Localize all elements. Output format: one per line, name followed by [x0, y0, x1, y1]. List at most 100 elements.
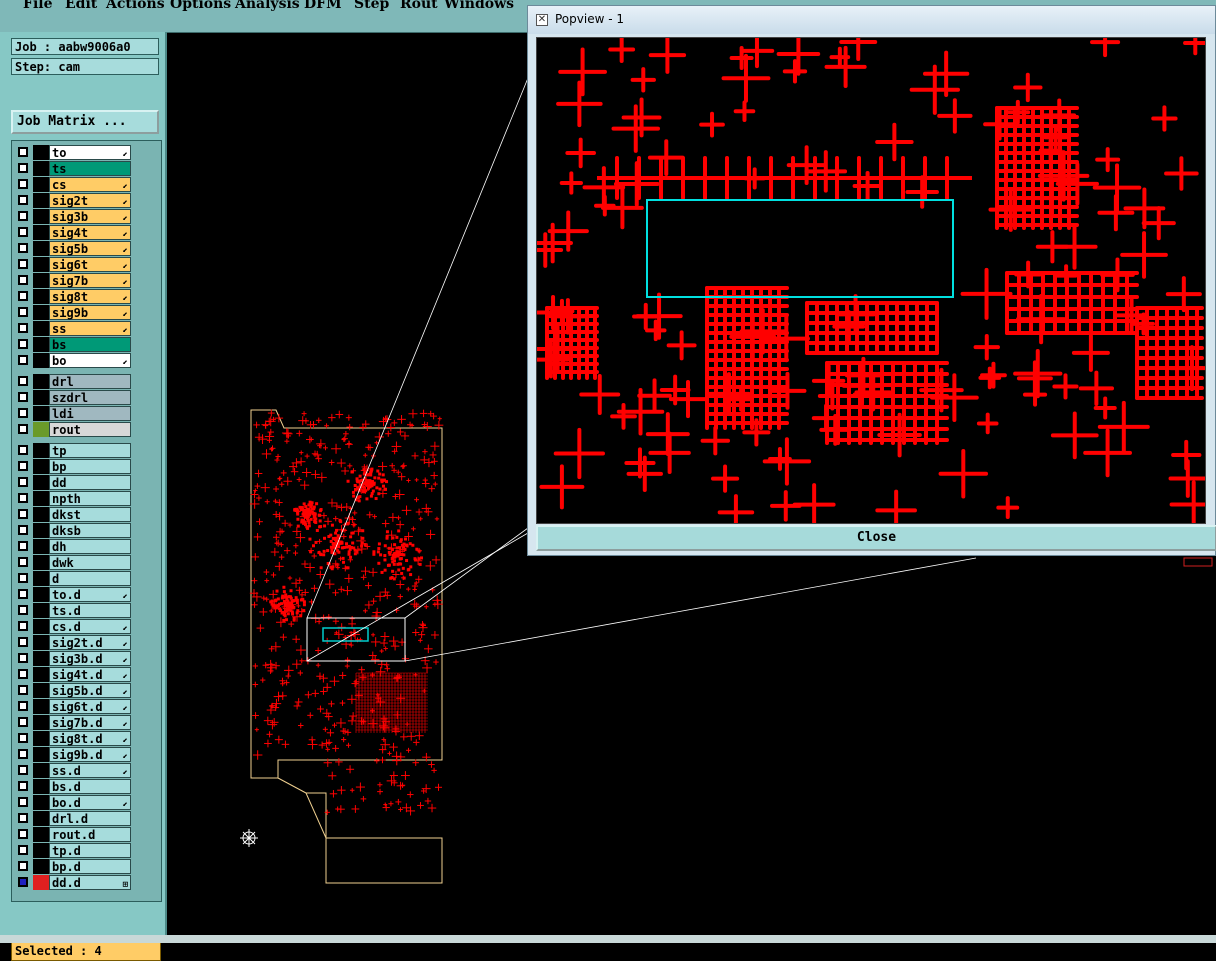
layer-checkbox[interactable]: [18, 797, 28, 807]
layer-row-sig5b-d[interactable]: sig5b.d ⬋: [15, 683, 135, 698]
layer-row-ss-d[interactable]: ss.d ⬋: [15, 763, 135, 778]
layer-checkbox[interactable]: [18, 637, 28, 647]
layer-row-cs-d[interactable]: cs.d ⬋: [15, 619, 135, 634]
menu-file[interactable]: File: [23, 0, 52, 12]
layer-affected-toggle[interactable]: [33, 699, 49, 714]
menu-rout[interactable]: Rout: [400, 0, 438, 12]
menu-options[interactable]: Options: [170, 0, 231, 12]
layer-row-sig9b[interactable]: sig9b ⬋: [15, 305, 135, 320]
job-matrix-button[interactable]: Job Matrix ...: [11, 110, 159, 134]
layer-checkbox[interactable]: [18, 355, 28, 365]
layer-checkbox[interactable]: [18, 765, 28, 775]
layer-row-to[interactable]: to ⬋: [15, 145, 135, 160]
layer-affected-toggle[interactable]: [33, 763, 49, 778]
layer-row-bp-d[interactable]: bp.d: [15, 859, 135, 874]
layer-checkbox[interactable]: [18, 392, 28, 402]
layer-affected-toggle[interactable]: [33, 635, 49, 650]
layer-checkbox[interactable]: [18, 461, 28, 471]
layer-checkbox[interactable]: [18, 861, 28, 871]
layer-row-sig6t[interactable]: sig6t ⬋: [15, 257, 135, 272]
layer-affected-toggle[interactable]: [33, 193, 49, 208]
layer-row-sig8t-d[interactable]: sig8t.d ⬋: [15, 731, 135, 746]
layer-affected-toggle[interactable]: [33, 587, 49, 602]
layer-checkbox[interactable]: [18, 749, 28, 759]
layer-row-dksb[interactable]: dksb: [15, 523, 135, 538]
layer-affected-toggle[interactable]: [33, 731, 49, 746]
layer-row-cs[interactable]: cs ⬋: [15, 177, 135, 192]
layer-row-sig3b[interactable]: sig3b ⬋: [15, 209, 135, 224]
layer-row-bs[interactable]: bs: [15, 337, 135, 352]
layer-checkbox[interactable]: [18, 509, 28, 519]
layer-checkbox[interactable]: [18, 653, 28, 663]
layer-row-sig7b-d[interactable]: sig7b.d ⬋: [15, 715, 135, 730]
layer-row-tp-d[interactable]: tp.d: [15, 843, 135, 858]
layer-checkbox[interactable]: [18, 557, 28, 567]
layer-row-dwk[interactable]: dwk: [15, 555, 135, 570]
layer-affected-toggle[interactable]: [33, 619, 49, 634]
layer-row-bo-d[interactable]: bo.d ⬋: [15, 795, 135, 810]
menu-windows[interactable]: Windows: [444, 0, 514, 12]
layer-row-sig4t-d[interactable]: sig4t.d ⬋: [15, 667, 135, 682]
layer-checkbox[interactable]: [18, 621, 28, 631]
layer-row-drl-d[interactable]: drl.d: [15, 811, 135, 826]
layer-checkbox[interactable]: [18, 573, 28, 583]
layer-row-drl[interactable]: drl: [15, 374, 135, 389]
layer-checkbox[interactable]: [18, 589, 28, 599]
layer-row-ts[interactable]: ts: [15, 161, 135, 176]
layer-checkbox[interactable]: [18, 211, 28, 221]
layer-affected-toggle[interactable]: [33, 305, 49, 320]
layer-row-to-d[interactable]: to.d ⬋: [15, 587, 135, 602]
layer-row-sig7b[interactable]: sig7b ⬋: [15, 273, 135, 288]
layer-row-d[interactable]: d: [15, 571, 135, 586]
layer-checkbox[interactable]: [18, 275, 28, 285]
layer-row-sig2t[interactable]: sig2t ⬋: [15, 193, 135, 208]
layer-checkbox[interactable]: [18, 717, 28, 727]
layer-checkbox[interactable]: [18, 541, 28, 551]
layer-affected-toggle[interactable]: [33, 827, 49, 842]
layer-checkbox[interactable]: [18, 323, 28, 333]
layer-affected-toggle[interactable]: [33, 225, 49, 240]
layer-affected-toggle[interactable]: [33, 555, 49, 570]
layer-row-sig3b-d[interactable]: sig3b.d ⬋: [15, 651, 135, 666]
layer-affected-toggle[interactable]: [33, 795, 49, 810]
layer-checkbox[interactable]: [18, 813, 28, 823]
layer-checkbox[interactable]: [18, 733, 28, 743]
layer-checkbox[interactable]: [18, 877, 28, 887]
layer-affected-toggle[interactable]: [33, 507, 49, 522]
layer-checkbox[interactable]: [18, 227, 28, 237]
layer-affected-toggle[interactable]: [33, 843, 49, 858]
layer-checkbox[interactable]: [18, 525, 28, 535]
layer-row-bo[interactable]: bo ⬋: [15, 353, 135, 368]
layer-row-rout-d[interactable]: rout.d: [15, 827, 135, 842]
layer-affected-toggle[interactable]: [33, 859, 49, 874]
layer-row-dkst[interactable]: dkst: [15, 507, 135, 522]
menu-dfm[interactable]: DFM: [304, 0, 342, 12]
layer-affected-toggle[interactable]: [33, 337, 49, 352]
layer-checkbox[interactable]: [18, 179, 28, 189]
popview-titlebar[interactable]: ✕ Popview - 1: [528, 6, 1215, 34]
layer-affected-toggle[interactable]: [33, 209, 49, 224]
layer-checkbox[interactable]: [18, 829, 28, 839]
layer-affected-toggle[interactable]: [33, 406, 49, 421]
layer-row-sig4t[interactable]: sig4t ⬋: [15, 225, 135, 240]
layer-affected-toggle[interactable]: [33, 289, 49, 304]
layer-checkbox[interactable]: [18, 424, 28, 434]
layer-row-ss[interactable]: ss ⬋: [15, 321, 135, 336]
layer-checkbox[interactable]: [18, 845, 28, 855]
close-button[interactable]: Close: [536, 525, 1216, 551]
layer-row-dd[interactable]: dd: [15, 475, 135, 490]
layer-affected-toggle[interactable]: [33, 667, 49, 682]
layer-affected-toggle[interactable]: [33, 683, 49, 698]
layer-affected-toggle[interactable]: [33, 241, 49, 256]
layer-row-npth[interactable]: npth: [15, 491, 135, 506]
layer-checkbox[interactable]: [18, 339, 28, 349]
layer-checkbox[interactable]: [18, 163, 28, 173]
layer-checkbox[interactable]: [18, 408, 28, 418]
layer-checkbox[interactable]: [18, 307, 28, 317]
layer-affected-toggle[interactable]: [33, 715, 49, 730]
layer-row-dd-d[interactable]: dd.d ⊞: [15, 875, 135, 890]
layer-checkbox[interactable]: [18, 477, 28, 487]
layer-affected-toggle[interactable]: [33, 779, 49, 794]
layer-checkbox[interactable]: [18, 701, 28, 711]
menu-step[interactable]: Step: [354, 0, 389, 12]
